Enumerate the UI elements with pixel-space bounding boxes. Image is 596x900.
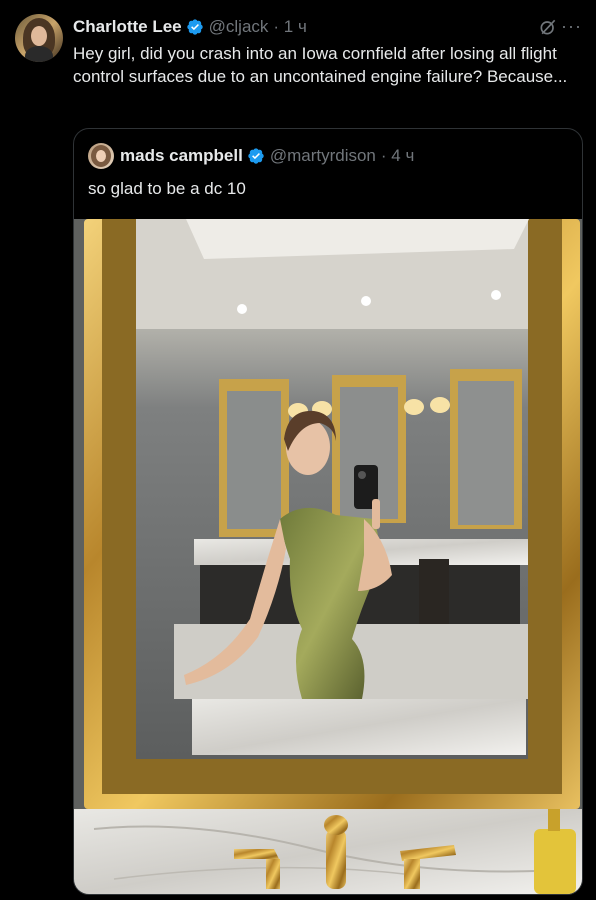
tweet[interactable]: Charlotte Lee @cljack · 1 ч ··· Hey girl… [0, 0, 596, 900]
verified-badge-icon [186, 19, 203, 35]
quoted-author-handle[interactable]: @martyrdison [270, 146, 376, 166]
quoted-author-avatar[interactable] [88, 143, 114, 169]
grok-icon[interactable] [538, 17, 558, 37]
tweet-header: Charlotte Lee @cljack · 1 ч [73, 15, 580, 39]
quoted-tweet[interactable]: mads campbell @martyrdison · 4 ч so glad… [73, 128, 583, 895]
more-options-icon[interactable]: ··· [561, 16, 582, 37]
mirror-selfie-illustration [74, 219, 582, 894]
author-avatar[interactable] [15, 14, 63, 62]
tweet-time[interactable]: · 1 ч [273, 17, 306, 37]
author-handle[interactable]: @cljack [209, 17, 269, 37]
verified-badge-icon [248, 148, 264, 164]
quoted-tweet-header: mads campbell @martyrdison · 4 ч [88, 143, 414, 169]
quoted-author-name[interactable]: mads campbell [120, 146, 243, 166]
tweet-text: Hey girl, did you crash into an Iowa cor… [73, 44, 568, 86]
quoted-tweet-photo[interactable] [74, 219, 582, 894]
quoted-tweet-time[interactable]: · 4 ч [381, 146, 414, 166]
author-name[interactable]: Charlotte Lee [73, 17, 182, 37]
quoted-tweet-text: so glad to be a dc 10 [88, 179, 246, 198]
